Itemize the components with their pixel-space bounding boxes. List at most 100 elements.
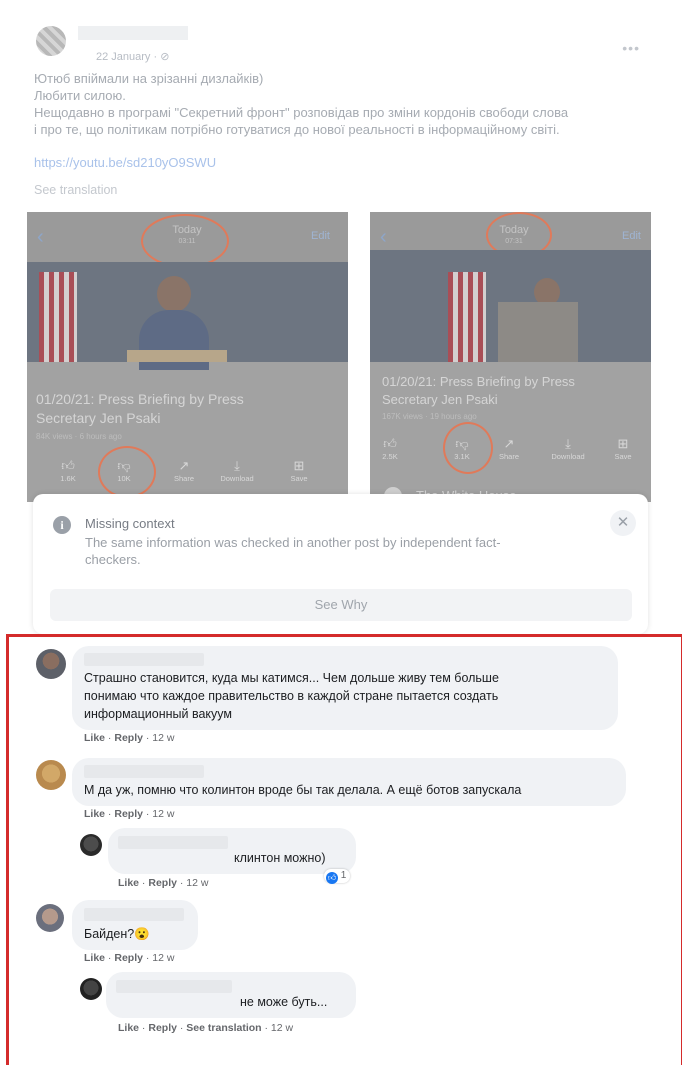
comment-text-line: понимаю что каждое правительство в каждо… [84,689,499,703]
more-icon[interactable]: ••• [622,40,640,56]
comment-actions: Like · Reply · 12 w [84,732,175,744]
commenter-name-blurred[interactable] [84,765,204,778]
commenter-name-blurred[interactable] [116,980,232,993]
info-icon: i [53,516,71,534]
video-thumbnail [27,262,348,370]
comment-bubble: М да уж, помню что колинтон вроде бы так… [72,758,626,806]
like-action: 👍︎ 2.5K [370,436,410,461]
commenter-name-blurred[interactable] [84,908,184,921]
like-reaction-icon: 👍︎ [326,872,338,884]
comment-text-line: информационный вакуум [84,707,232,721]
share-action: ↗ Share [489,436,529,461]
post-text: Ютюб впіймали на зрізанні дизлайків) Люб… [34,70,654,138]
post-text-line: Нещодавно в програмі "Секретний фронт" р… [34,105,569,120]
commenter-name-blurred[interactable] [84,653,204,666]
flag-graphic [39,272,77,362]
video-title: Secretary Jen Psaki [382,392,498,407]
video-meta: 84K views · 6 hours ago [36,432,122,441]
like-action: 👍︎ 1.6K [48,458,88,483]
commenter-avatar[interactable] [80,978,102,1000]
back-icon: ‹ [380,226,387,248]
download-action: ⤓ Download [217,458,257,483]
video-title: 01/20/21: Press Briefing by Press [36,391,244,407]
speaker-head [157,276,191,312]
annotation-circle [443,422,493,474]
close-icon[interactable]: ✕ [610,510,636,536]
post-text-line: і про те, що політикам потрібно готувати… [34,122,560,137]
share-action: ↗ Share [164,458,204,483]
post-text-line: Ютюб впіймали на зрізанні дизлайків) [34,71,264,86]
comment-bubble: Байден?😮 [72,900,198,950]
see-why-button[interactable]: See Why [50,589,632,621]
thumbs-up-icon: 👍︎ [61,458,75,473]
like-link[interactable]: Like [84,952,105,964]
podium [498,302,578,362]
video-title: Secretary Jen Psaki [36,410,161,426]
author-name-blurred[interactable] [78,26,188,40]
podium [127,350,227,362]
video-title: 01/20/21: Press Briefing by Press [382,374,575,389]
reply-link[interactable]: Reply [114,808,143,820]
comment-text-line: М да уж, помню что колинтон вроде бы так… [84,783,522,797]
reply-link[interactable]: Reply [114,952,143,964]
screenshot-left: ‹ Today 03:11 Edit 01/20/21: Press Brief… [27,212,348,502]
back-icon: ‹ [37,226,44,248]
post-text-line: Любити силою. [34,88,126,103]
like-link[interactable]: Like [118,877,139,889]
reaction-count[interactable]: 👍︎ 1 [324,869,351,884]
comment-text-line: Страшно становится, куда мы катимся... Ч… [84,671,499,685]
download-action: ⤓ Download [548,436,588,461]
annotation-circle [141,214,229,268]
comment-time[interactable]: 12 w [271,1022,293,1034]
thumbs-up-icon: 👍︎ [383,436,397,451]
video-thumbnail [370,250,651,362]
save-action: ⊞ Save [279,458,319,483]
context-title: Missing context [85,516,175,531]
share-icon: ↗ [503,436,515,451]
edit-label: Edit [311,230,330,242]
reply-link[interactable]: Reply [114,732,143,744]
comment-text-line: Байден?😮 [84,927,150,941]
like-link[interactable]: Like [118,1022,139,1034]
reply-bubble: не може буть... [106,972,356,1018]
see-translation-link[interactable]: See translation [34,183,117,197]
flag-graphic [448,272,486,362]
comment-actions: Like · Reply · 12 w [118,877,209,889]
comment-actions: Like · Reply · See translation · 12 w [118,1022,294,1034]
author-avatar[interactable] [36,26,66,56]
comment-actions: Like · Reply · 12 w [84,808,175,820]
facebook-post: 22 January · ⊘ ••• Ютюб впіймали на зріз… [0,0,682,636]
save-icon: ⊞ [617,436,629,451]
save-icon: ⊞ [293,458,305,473]
edit-label: Edit [622,230,641,242]
share-icon: ↗ [178,458,190,473]
annotation-circle [98,446,156,498]
reply-link[interactable]: Reply [148,1022,177,1034]
commenter-name-blurred[interactable] [118,836,228,849]
commenter-avatar[interactable] [80,834,102,856]
download-icon: ⤓ [234,458,240,473]
post-link[interactable]: https://youtu.be/sd210yO9SWU [34,155,216,170]
download-icon: ⤓ [565,436,571,451]
see-translation-link[interactable]: See translation [186,1022,261,1034]
like-link[interactable]: Like [84,808,105,820]
comment-time[interactable]: 12 w [152,732,174,744]
comment-text-line: не може буть... [240,995,328,1009]
post-date[interactable]: 22 January · ⊘ [96,50,169,63]
reply-bubble: клинтон можно) [108,828,356,874]
comment-time[interactable]: 12 w [186,877,208,889]
comment-bubble: Страшно становится, куда мы катимся... Ч… [72,646,618,730]
video-meta: 167K views · 19 hours ago [382,412,477,421]
commenter-avatar[interactable] [36,760,66,790]
missing-context-card: i Missing context The same information w… [33,494,648,634]
save-action: ⊞ Save [603,436,643,461]
commenter-avatar[interactable] [36,904,64,932]
like-link[interactable]: Like [84,732,105,744]
comment-time[interactable]: 12 w [152,952,174,964]
reply-link[interactable]: Reply [148,877,177,889]
context-description: The same information was checked in anot… [85,535,501,567]
screenshot-right: ‹ Today 07:31 Edit 01/20/21: Press Brief… [370,212,651,502]
comment-time[interactable]: 12 w [152,808,174,820]
comment-text-line: клинтон можно) [234,851,326,865]
commenter-avatar[interactable] [36,649,66,679]
